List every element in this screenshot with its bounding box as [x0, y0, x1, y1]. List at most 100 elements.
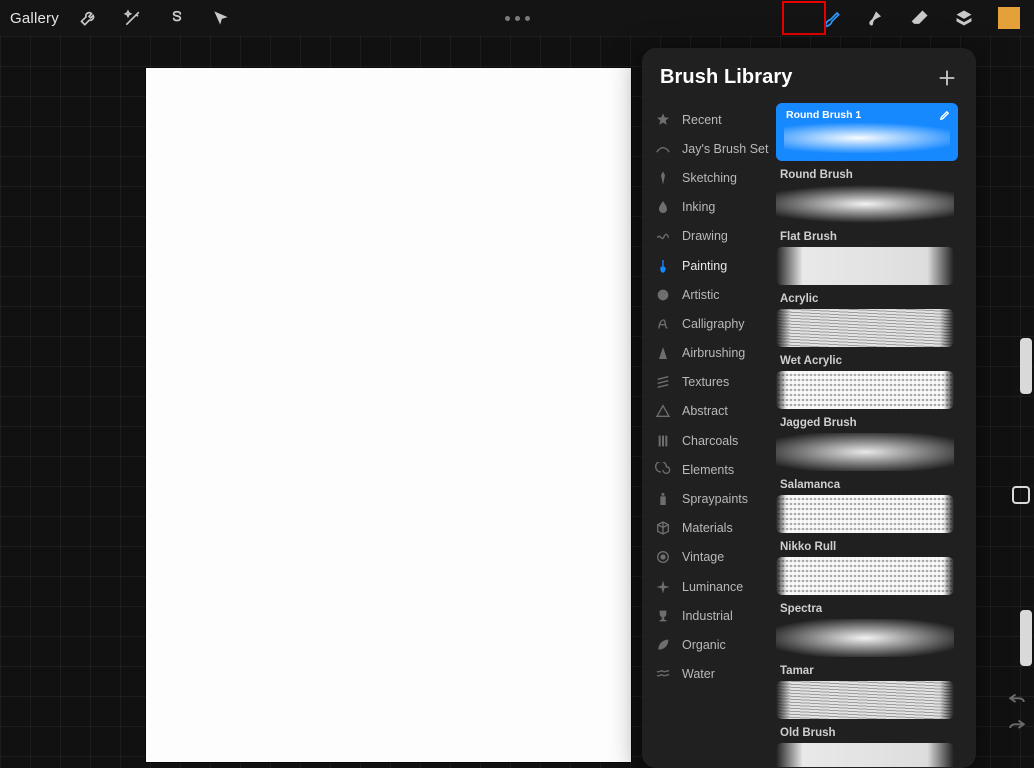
brush-category-label: Charcoals: [682, 434, 738, 448]
brush-icon: [654, 257, 672, 275]
brush-name: Wet Acrylic: [780, 355, 966, 367]
brush-category-item[interactable]: Materials: [642, 514, 772, 543]
badge-icon: [654, 548, 672, 566]
brush-preview: [776, 557, 954, 595]
brush-category-item[interactable]: Airbrushing: [642, 339, 772, 368]
brush-category-item[interactable]: Jay's Brush Set: [642, 134, 772, 163]
brush-category-item[interactable]: Calligraphy: [642, 309, 772, 338]
bars-icon: [654, 432, 672, 450]
more-button[interactable]: [505, 0, 530, 36]
redo-button[interactable]: [1008, 716, 1026, 730]
side-rail: [998, 36, 1034, 768]
brush-item[interactable]: Salamanca: [776, 479, 966, 533]
brush-category-item[interactable]: Water: [642, 660, 772, 689]
redo-icon: [1008, 719, 1026, 730]
brush-item[interactable]: Old Brush: [776, 727, 966, 767]
selection-button[interactable]: [155, 0, 199, 36]
adjustments-button[interactable]: [111, 0, 155, 36]
opacity-slider[interactable]: [1020, 610, 1032, 666]
canvas[interactable]: [146, 68, 631, 762]
brush-item[interactable]: Spectra: [776, 603, 966, 657]
brush-size-slider[interactable]: [1020, 338, 1032, 394]
brush-item[interactable]: Wet Acrylic: [776, 355, 966, 409]
brush-preview: [776, 495, 954, 533]
add-brush-button[interactable]: [936, 67, 958, 89]
plus-icon: [936, 67, 958, 89]
smudge-tool-button[interactable]: [854, 0, 898, 36]
cursor-icon: [211, 8, 231, 28]
trophy-icon: [654, 607, 672, 625]
brush-list[interactable]: Round Brush 1 Round Brush Flat Brush Acryli…: [772, 103, 976, 767]
brush-name: Salamanca: [780, 479, 966, 491]
triangle-icon: [654, 402, 672, 420]
stroke-icon: [654, 140, 672, 158]
brush-item[interactable]: Nikko Rull: [776, 541, 966, 595]
brush-item[interactable]: Round Brush 1: [776, 103, 958, 161]
modify-button[interactable]: [1012, 486, 1030, 504]
brush-category-item[interactable]: Sketching: [642, 163, 772, 192]
brush-name: Nikko Rull: [780, 541, 966, 553]
brush-category-item[interactable]: Luminance: [642, 572, 772, 601]
brush-name: Acrylic: [780, 293, 966, 305]
swirl-icon: [654, 461, 672, 479]
undo-icon: [1008, 693, 1026, 704]
layers-button[interactable]: [942, 0, 986, 36]
brush-category-item[interactable]: Recent: [642, 105, 772, 134]
color-picker-button[interactable]: [998, 7, 1020, 29]
brush-category-item[interactable]: Drawing: [642, 222, 772, 251]
brush-category-label: Painting: [682, 259, 727, 273]
brush-category-item[interactable]: Spraypaints: [642, 484, 772, 513]
actions-button[interactable]: [67, 0, 111, 36]
eraser-tool-button[interactable]: [898, 0, 942, 36]
left-tool-group: Gallery: [0, 0, 243, 36]
brush-name: Tamar: [780, 665, 966, 677]
brush-preview: [776, 743, 954, 767]
top-toolbar: Gallery: [0, 0, 1034, 36]
brush-item[interactable]: Jagged Brush: [776, 417, 966, 471]
brush-category-item[interactable]: Artistic: [642, 280, 772, 309]
brush-category-item[interactable]: Vintage: [642, 543, 772, 572]
s-icon: [167, 8, 187, 28]
brush-item[interactable]: Acrylic: [776, 293, 966, 347]
brush-category-item[interactable]: Charcoals: [642, 426, 772, 455]
gallery-button[interactable]: Gallery: [10, 10, 59, 27]
brush-item[interactable]: Tamar: [776, 665, 966, 719]
brush-preview: [776, 681, 954, 719]
star-icon: [654, 111, 672, 129]
pencil-icon: [654, 169, 672, 187]
move-button[interactable]: [199, 0, 243, 36]
brush-category-item[interactable]: Abstract: [642, 397, 772, 426]
brush-tool-button[interactable]: [810, 0, 854, 36]
palette-icon: [654, 286, 672, 304]
brush-category-label: Spraypaints: [682, 492, 748, 506]
brush-category-item[interactable]: Textures: [642, 368, 772, 397]
brush-category-item[interactable]: Organic: [642, 630, 772, 659]
brush-item[interactable]: Flat Brush: [776, 231, 966, 285]
brush-category-label: Airbrushing: [682, 346, 745, 360]
brush-preview: [776, 185, 954, 223]
brush-category-item[interactable]: Elements: [642, 455, 772, 484]
brush-name: Old Brush: [780, 727, 966, 739]
brush-category-item[interactable]: Inking: [642, 193, 772, 222]
brush-category-list[interactable]: RecentJay's Brush Set Sketching Inking Draw…: [642, 103, 772, 767]
brush-category-label: Calligraphy: [682, 317, 745, 331]
undo-button[interactable]: [1008, 690, 1026, 704]
right-tool-group: [810, 0, 1028, 36]
brush-name: Flat Brush: [780, 231, 966, 243]
brush-category-label: Inking: [682, 200, 715, 214]
brush-category-item[interactable]: Industrial: [642, 601, 772, 630]
brush-category-item[interactable]: Painting: [642, 251, 772, 280]
hatch-icon: [654, 373, 672, 391]
spray-cone-icon: [654, 344, 672, 362]
popover-header: Brush Library: [642, 48, 976, 103]
spray-can-icon: [654, 490, 672, 508]
leaf-icon: [654, 636, 672, 654]
smudge-icon: [866, 8, 886, 28]
brush-category-label: Vintage: [682, 550, 724, 564]
brush-category-label: Sketching: [682, 171, 737, 185]
brush-name: Round Brush 1: [786, 109, 950, 121]
brush-library-popover: Brush Library RecentJay's Brush Set Sketc…: [642, 48, 976, 768]
waves-icon: [654, 665, 672, 683]
brush-item[interactable]: Round Brush: [776, 169, 966, 223]
paintbrush-icon: [822, 8, 842, 28]
